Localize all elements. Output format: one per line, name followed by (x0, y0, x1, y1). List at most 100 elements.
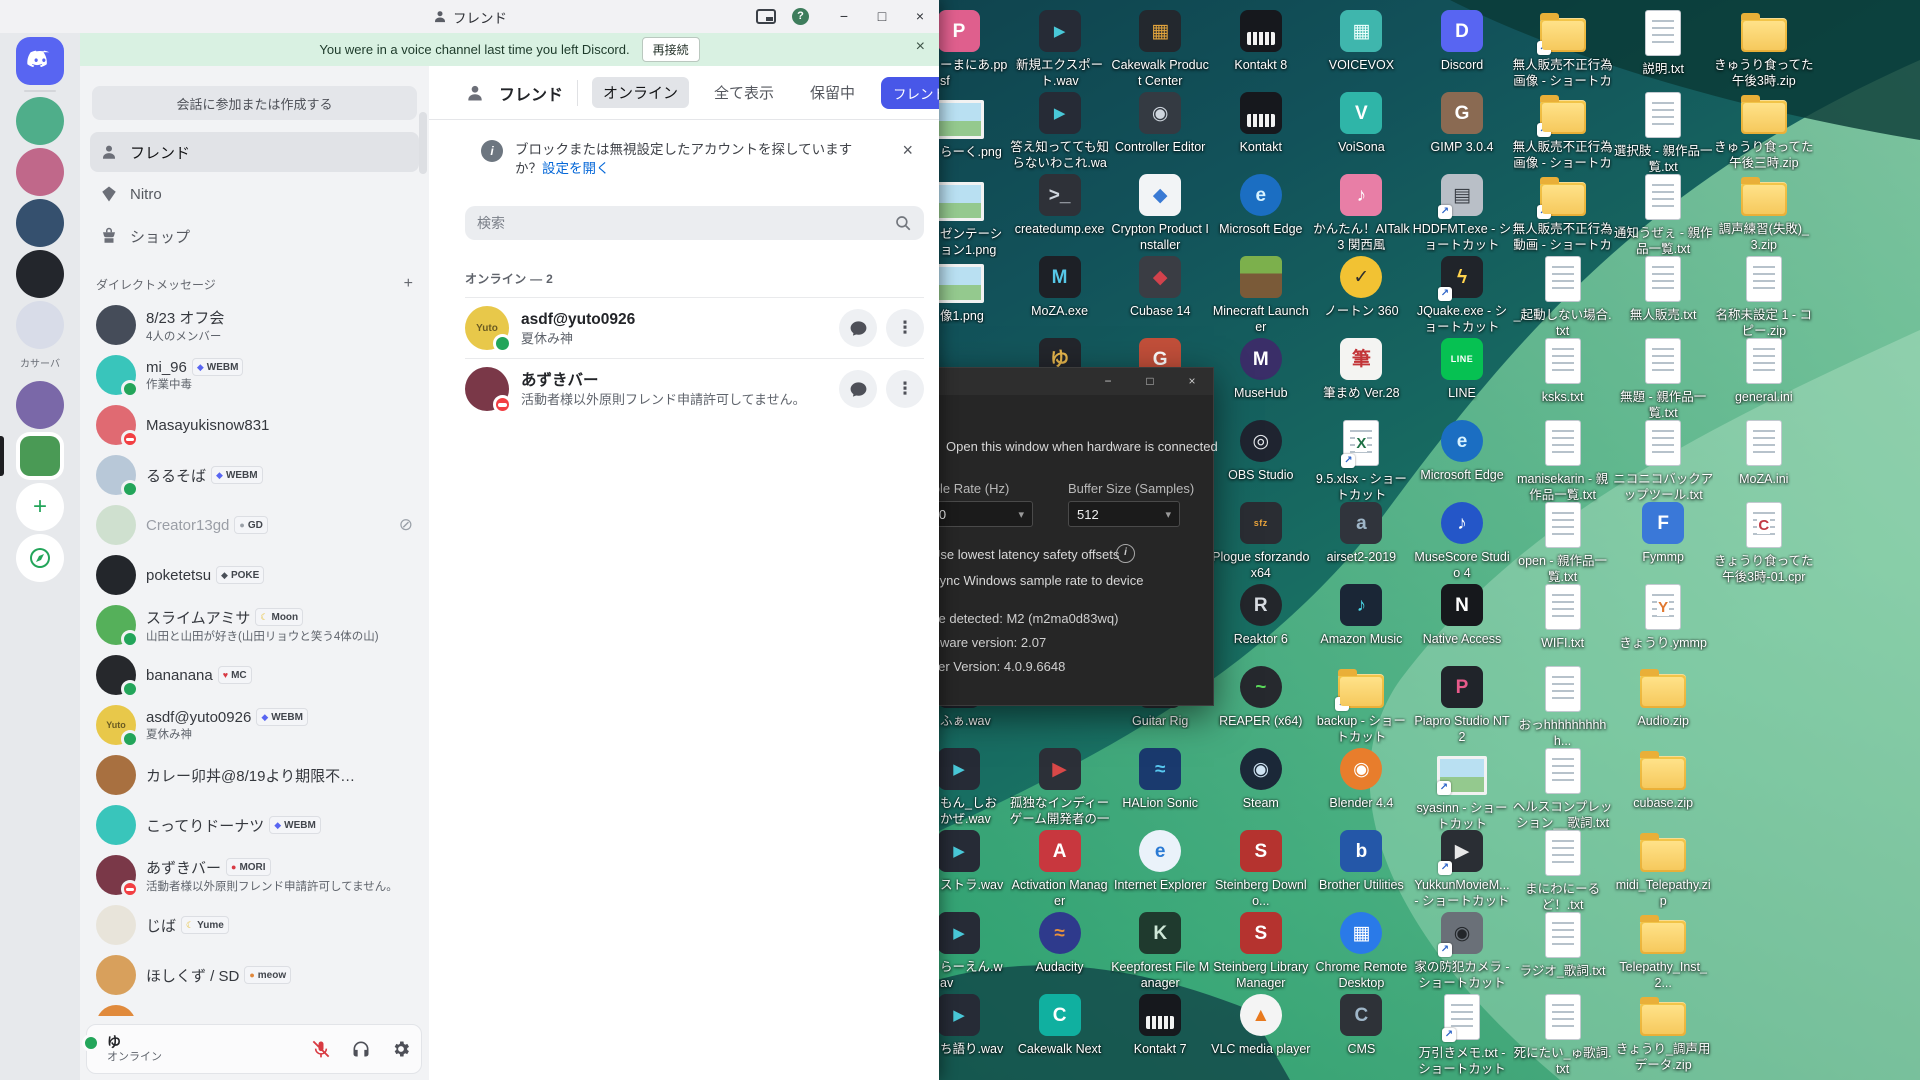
friend-row[interactable]: あずきバー活動者様以外原則フレンド申請許可してません。⋮ (465, 358, 924, 419)
desktop-icon[interactable]: ksks.txt (1513, 338, 1613, 405)
desktop-icon[interactable]: Yきょうり.ymmp (1613, 584, 1713, 651)
maximize-button[interactable]: □ (863, 0, 901, 33)
discover-button[interactable] (16, 534, 64, 582)
desktop-icon[interactable]: GGIMP 3.0.4 (1412, 92, 1512, 155)
desktop-icon[interactable]: general.ini (1714, 338, 1814, 405)
desktop-icon[interactable]: MoZA.ini (1714, 420, 1814, 487)
dm-item[interactable]: あずきバー●MORI活動者様以外原則フレンド申請許可してません。 (88, 850, 421, 900)
minimize-button[interactable]: − (825, 0, 863, 33)
desktop-icon[interactable]: ◉Steam (1211, 748, 1311, 811)
desktop-icon[interactable]: ▦Chrome Remote Desktop (1311, 912, 1411, 991)
message-button[interactable] (839, 309, 877, 347)
dm-item[interactable]: るるそば◆WEBM (88, 450, 421, 500)
desktop-icon[interactable]: aairset2-2019 (1311, 502, 1411, 565)
sidebar-item-friends[interactable]: フレンド (90, 132, 419, 172)
open-settings-link[interactable]: 設定を開く (542, 161, 610, 176)
tab-pending[interactable]: 保留中 (799, 77, 866, 108)
desktop-icon[interactable]: 筆筆まめ Ver.28 (1311, 338, 1411, 401)
dm-item[interactable]: カレー卯丼@8/19より期限不明活動... (88, 750, 421, 800)
desktop-icon[interactable]: ♪MuseScore Studio 4 (1412, 502, 1512, 581)
desktop-icon[interactable]: LINELINE (1412, 338, 1512, 401)
desktop-icon[interactable]: ▤↗HDDFMT.exe - ショートカット (1412, 174, 1512, 253)
dm-item[interactable]: スライムアミサ☾Moon山田と山田が好き(山田リョウと笑う4体の山) (88, 600, 421, 650)
info-icon[interactable]: i (1116, 544, 1135, 563)
desktop-icon[interactable]: open - 親作品一覧.txt (1513, 502, 1613, 585)
desktop-icon[interactable]: VVoiSona (1311, 92, 1411, 155)
tab-all[interactable]: 全て表示 (703, 77, 785, 108)
dm-item[interactable]: Masayukisnow831 (88, 400, 421, 450)
banner-close-icon[interactable]: × (916, 38, 925, 56)
desktop-icon[interactable]: cubase.zip (1613, 748, 1713, 811)
desktop-icon[interactable]: 無題 - 親作品一覧.txt (1613, 338, 1713, 421)
desktop-icon[interactable]: ◆Cubase 14 (1110, 256, 1210, 319)
desktop-icon[interactable]: ▦Cakewalk Product Center (1110, 10, 1210, 89)
desktop-icon[interactable]: SSteinberg Downlo... (1211, 830, 1311, 909)
dm-item[interactable]: じば☾Yume (88, 900, 421, 950)
desktop-icon[interactable]: ≈HALion Sonic (1110, 748, 1210, 811)
desktop-icon[interactable]: bBrother Utilities (1311, 830, 1411, 893)
desktop-icon[interactable]: きょうり_調声用データ.zip (1613, 994, 1713, 1073)
desktop-icon[interactable]: CCakewalk Next (1010, 994, 1110, 1057)
desktop-icon[interactable]: ↗無人販売不正行為画像 - ショートカット (1513, 92, 1613, 172)
sidebar-item-nitro[interactable]: Nitro (90, 174, 419, 214)
help-icon[interactable]: ? (792, 8, 809, 25)
desktop-icon[interactable]: ヘルスコンプレッション__歌詞.txt (1513, 748, 1613, 831)
buffer-size-dropdown[interactable]: 512 (1068, 501, 1180, 527)
user-panel[interactable]: ゆ オンライン (86, 1024, 422, 1074)
server-icon[interactable] (16, 97, 64, 145)
desktop-icon[interactable]: ニコニコバックアップツール.txt (1613, 420, 1713, 503)
desktop-icon[interactable]: 答え知ってても知らないわこれ.wav (1010, 92, 1110, 172)
sidebar-scrollbar[interactable] (419, 112, 427, 174)
desktop-icon[interactable]: >_createdump.exe (1010, 174, 1110, 237)
desktop-icon[interactable]: 調声練習(失敗)_3.zip (1714, 174, 1814, 253)
desktop-icon[interactable]: おっhhhhhhhhhh... (1513, 666, 1613, 749)
desktop-icon[interactable]: MMuseHub (1211, 338, 1311, 401)
desktop-icon[interactable]: RReaktor 6 (1211, 584, 1311, 647)
desktop-icon[interactable]: X↗9.5.xlsx - ショートカット (1311, 420, 1411, 503)
desktop-icon[interactable]: eInternet Explorer (1110, 830, 1210, 893)
desktop-icon[interactable]: DDiscord (1412, 10, 1512, 73)
desktop-icon[interactable]: eMicrosoft Edge (1412, 420, 1512, 483)
desktop-icon[interactable]: midi_Telepathy.zip (1613, 830, 1713, 909)
dialog-close-button[interactable]: × (1171, 368, 1213, 395)
desktop-icon[interactable]: KKeepforest File Manager (1110, 912, 1210, 991)
desktop-icon[interactable]: Cきょうり食ってた午後3時-01.cpr (1714, 502, 1814, 585)
desktop-icon[interactable]: Audio.zip (1613, 666, 1713, 729)
desktop-icon[interactable]: 通知うぜぇ - 親作品一覧.txt (1613, 174, 1713, 257)
friend-row[interactable]: Yutoasdf@yuto0926夏休み神⋮ (465, 297, 924, 358)
desktop-icon[interactable]: CCMS (1311, 994, 1411, 1057)
desktop-icon[interactable]: ▦VOICEVOX (1311, 10, 1411, 73)
desktop-icon[interactable]: ◉↗家の防犯カメラ - ショートカット (1412, 912, 1512, 991)
discord-titlebar[interactable]: フレンド ? − □ × (0, 0, 939, 34)
dm-item[interactable]: こってりドーナツ◆WEBM (88, 800, 421, 850)
more-button[interactable]: ⋮ (886, 309, 924, 347)
dm-item[interactable]: bananana♥MC (88, 650, 421, 700)
desktop-icon[interactable]: ✓ノートン 360 (1311, 256, 1411, 319)
desktop-icon[interactable]: eMicrosoft Edge (1211, 174, 1311, 237)
desktop-icon[interactable]: 名称未設定 1 - コピー.zip (1714, 256, 1814, 339)
desktop-icon[interactable]: AActivation Manager (1010, 830, 1110, 909)
desktop-icon[interactable]: ◉Controller Editor (1110, 92, 1210, 155)
headphones-icon[interactable] (351, 1039, 371, 1059)
lowest-latency-label[interactable]: Use lowest latency safety offsets (931, 547, 1119, 562)
desktop-icon[interactable]: ↗万引きメモ.txt - ショートカット (1412, 994, 1512, 1077)
desktop-icon[interactable]: ≈Audacity (1010, 912, 1110, 975)
desktop-icon[interactable]: PPiapro Studio NT2 (1412, 666, 1512, 745)
server-icon[interactable] (16, 199, 64, 247)
desktop-icon[interactable]: Kontakt 8 (1211, 10, 1311, 73)
pip-icon[interactable] (756, 9, 776, 24)
dm-item[interactable]: Yutoasdf@yuto0926◆WEBM夏休み神 (88, 700, 421, 750)
desktop-icon[interactable]: 無人販売.txt (1613, 256, 1713, 323)
server-icon[interactable] (16, 301, 64, 349)
desktop-icon[interactable]: Minecraft Launcher (1211, 256, 1311, 335)
desktop-icon[interactable]: FFymmp (1613, 502, 1713, 565)
server-icon[interactable] (16, 432, 64, 480)
desktop-icon[interactable]: 死にたい_ゅ歌詞.txt (1513, 994, 1613, 1077)
desktop-icon[interactable]: きゅうり食ってた午後3時.zip (1714, 10, 1814, 89)
close-button[interactable]: × (901, 0, 939, 33)
mic-muted-icon[interactable] (311, 1039, 331, 1059)
dm-item[interactable]: mi_96◆WEBM作業中毒 (88, 350, 421, 400)
desktop-icon[interactable]: ↗syasinn - ショートカット (1412, 748, 1512, 832)
dm-item[interactable]: poketetsu◆POKE (88, 550, 421, 600)
desktop-icon[interactable]: Telepathy_Inst_2... (1613, 912, 1713, 991)
